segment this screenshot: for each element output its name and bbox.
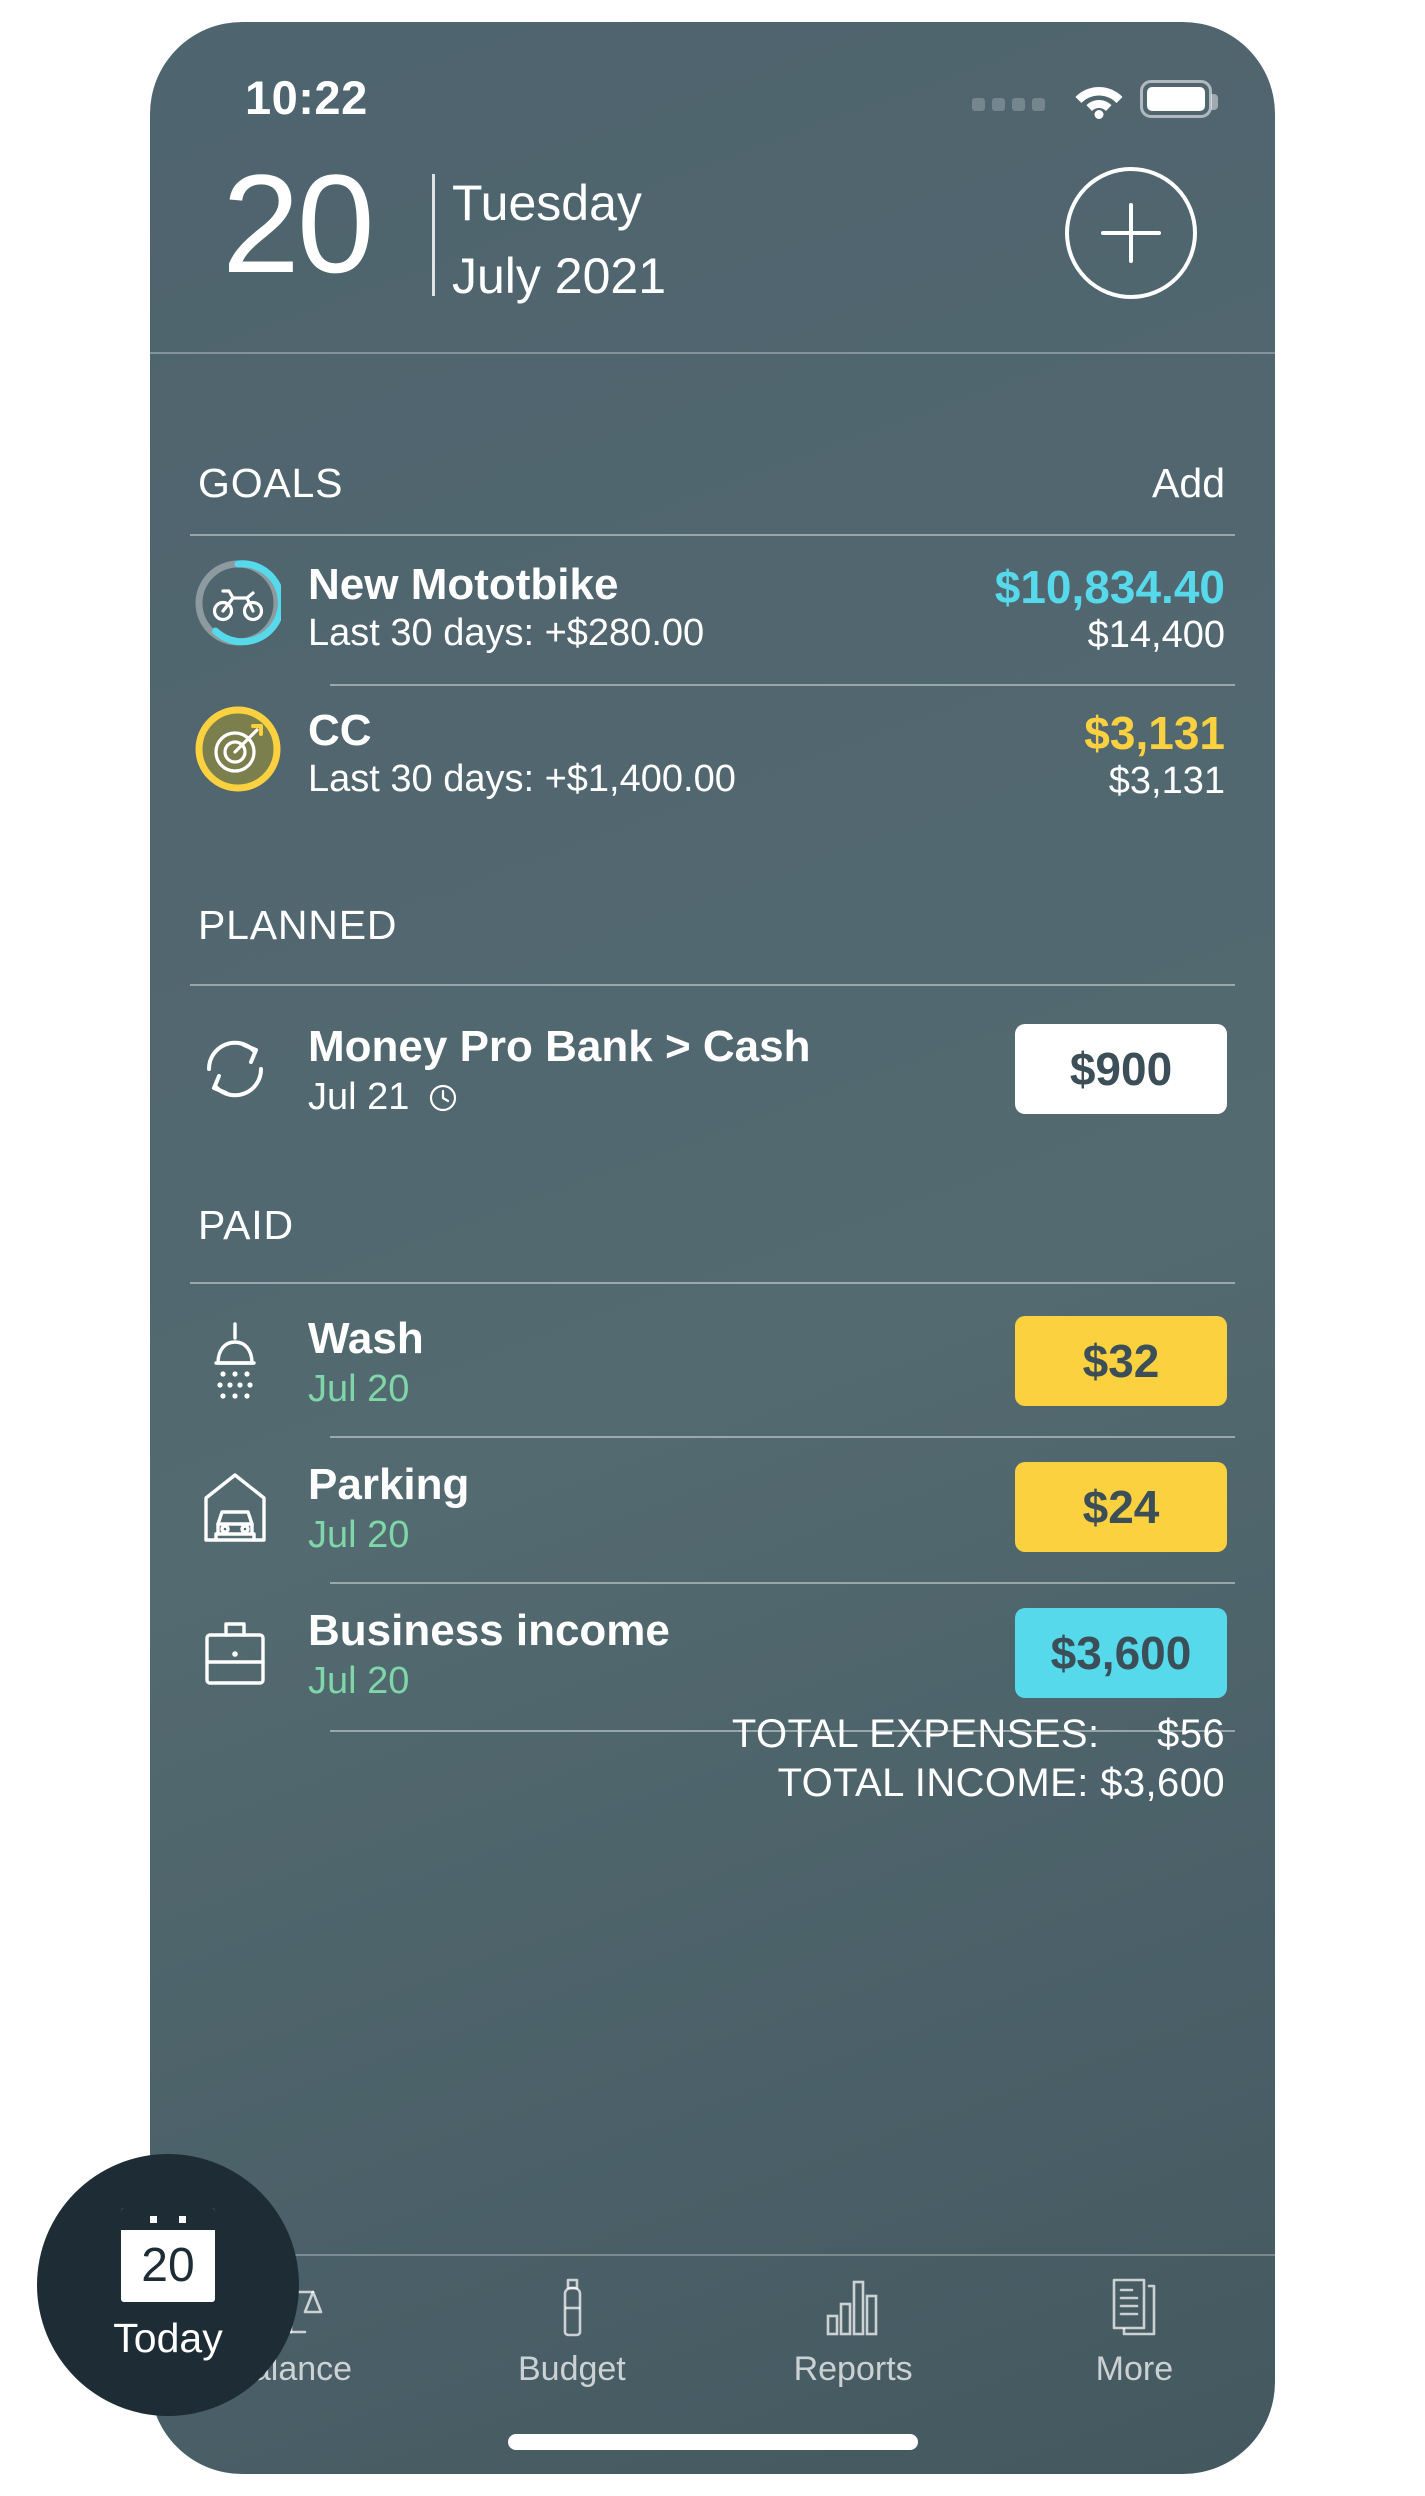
tab-reports[interactable]: Reports: [713, 2256, 994, 2416]
paid-row-rule: [330, 1436, 1235, 1438]
shower-icon: [214, 1322, 256, 1399]
goal-target: $14,400: [1087, 614, 1225, 656]
planned-rule: [190, 984, 1235, 986]
date-header: 20 Tuesday July 2021: [150, 142, 1275, 352]
transaction-amount-pill[interactable]: $3,600: [1015, 1608, 1227, 1698]
goal-amount: $10,834.40: [994, 561, 1225, 613]
header-divider: [432, 174, 435, 296]
total-expenses-line: TOTAL EXPENSES: $56: [732, 1710, 1225, 1759]
goals-section-title: GOALS: [198, 460, 344, 506]
home-indicator: [507, 2434, 918, 2450]
goal-subtitle: Last 30 days: +$280.00: [308, 612, 705, 654]
transaction-name: Business income: [308, 1606, 670, 1655]
calendar-icon: 20: [121, 2208, 215, 2302]
phone-frame: 10:22 20 Tuesday July 2021 GOALS Add New…: [150, 22, 1275, 2474]
plus-circle-icon[interactable]: [1065, 167, 1197, 299]
tab-more[interactable]: More: [994, 2256, 1275, 2416]
today-button[interactable]: 20 Today: [37, 2154, 299, 2416]
goals-rule: [190, 534, 1235, 536]
status-bar-clock: 10:22: [245, 71, 368, 124]
transaction-amount-pill[interactable]: $24: [1015, 1462, 1227, 1552]
goal-target: $3,131: [1108, 760, 1225, 802]
tab-label: Budget: [517, 2350, 626, 2388]
today-label: Today: [113, 2315, 223, 2361]
paid-transaction-row[interactable]: Parking Jul 20 $24: [150, 1460, 1275, 1572]
goal-row-rule: [330, 684, 1235, 686]
tab-label: Reports: [793, 2350, 913, 2388]
total-income-label: TOTAL INCOME:: [777, 1760, 1089, 1805]
header-month-year: July 2021: [452, 248, 667, 304]
paid-transaction-row[interactable]: Business income Jul 20 $3,600: [150, 1606, 1275, 1718]
clock-icon: [429, 1084, 457, 1112]
bottle-icon: [538, 2272, 606, 2344]
target-dart-icon: [195, 706, 281, 792]
transaction-name: Money Pro Bank > Cash: [308, 1022, 811, 1071]
paid-row-rule: [330, 1582, 1235, 1584]
motorbike-icon: [195, 560, 281, 646]
planned-section-title: PLANNED: [198, 902, 398, 948]
header-day-number: 20: [222, 145, 375, 302]
goal-subtitle: Last 30 days: +$1,400.00: [308, 758, 736, 800]
tab-bar: Balance Budget Reports More: [150, 2254, 1275, 2474]
totals-summary: TOTAL EXPENSES: $56 TOTAL INCOME: $3,600: [732, 1710, 1225, 1808]
goal-row[interactable]: CC Last 30 days: +$1,400.00 $3,131 $3,13…: [150, 706, 1275, 818]
total-income-line: TOTAL INCOME: $3,600: [732, 1759, 1225, 1808]
goals-add-button[interactable]: Add: [1152, 460, 1225, 507]
status-bar: 10:22: [150, 22, 1275, 142]
transaction-date: Jul 20: [308, 1368, 410, 1410]
battery-full-icon: [1140, 80, 1218, 118]
bar-chart-icon: [819, 2272, 887, 2344]
goal-row[interactable]: New Mototbike Last 30 days: +$280.00 $10…: [150, 560, 1275, 672]
documents-icon: [1100, 2272, 1168, 2344]
tab-label: More: [1095, 2350, 1174, 2388]
transaction-date: Jul 20: [308, 1514, 410, 1556]
total-income-value: $3,600: [1100, 1760, 1225, 1805]
paid-section-title: PAID: [198, 1202, 294, 1248]
briefcase-icon: [205, 1622, 265, 1685]
paid-transaction-row[interactable]: Wash Jul 20 $32: [150, 1314, 1275, 1426]
total-expenses-label: TOTAL EXPENSES:: [731, 1712, 1100, 1756]
transaction-name: Wash: [308, 1314, 424, 1363]
transaction-name: Parking: [308, 1460, 470, 1509]
calendar-day-number: 20: [141, 2239, 195, 2292]
planned-transaction-row[interactable]: Money Pro Bank > Cash Jul 21 $900: [150, 1022, 1275, 1134]
transaction-amount-pill[interactable]: $32: [1015, 1316, 1227, 1406]
paid-rule: [190, 1282, 1235, 1284]
transaction-amount-pill[interactable]: $900: [1015, 1024, 1227, 1114]
wifi-icon: [1075, 87, 1123, 119]
goal-name: CC: [308, 706, 372, 755]
goal-name: New Mototbike: [308, 560, 619, 609]
signal-dots-icon: [972, 98, 1045, 111]
transaction-date: Jul 20: [308, 1660, 410, 1702]
tab-budget[interactable]: Budget: [431, 2256, 712, 2416]
transfer-arrows-icon: [206, 1040, 264, 1098]
transaction-date: Jul 21: [308, 1076, 458, 1119]
header-weekday: Tuesday: [452, 175, 642, 231]
total-expenses-value: $56: [1157, 1712, 1225, 1756]
garage-car-icon: [204, 1473, 266, 1542]
goal-amount: $3,131: [1084, 707, 1225, 759]
header-bottom-rule: [150, 352, 1275, 354]
